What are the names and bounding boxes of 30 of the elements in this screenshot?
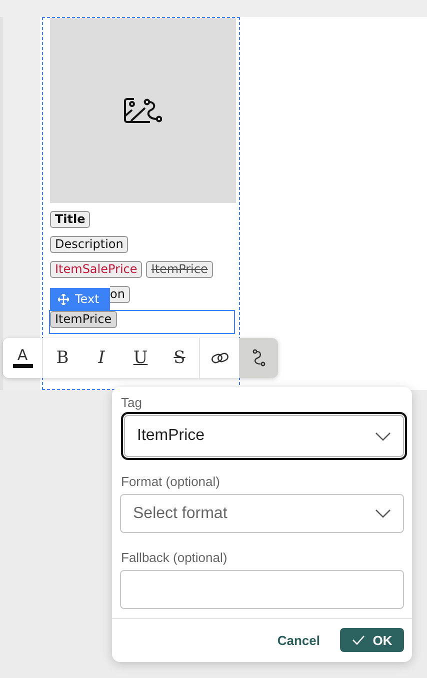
field-label: Format (optional) [121,474,220,489]
merge-tag-chip[interactable]: Description [50,236,128,253]
italic-button[interactable]: I [82,338,121,378]
field-label: Fallback (optional) [121,550,228,565]
chevron-down-icon [375,432,391,440]
merge-tag-icon [252,349,266,367]
move-icon [58,294,69,304]
field-label: Tag [121,395,142,410]
dropdown-field[interactable]: Select format [120,494,404,533]
block-label-badge[interactable]: Text [50,288,110,310]
dropdown-field[interactable]: ItemPrice [124,415,404,457]
link-icon [210,351,228,365]
check-icon [352,635,365,645]
merge-tag-chip[interactable]: on [110,286,130,303]
text-color-button[interactable]: A [3,338,42,378]
cancel-button[interactable]: Cancel [277,628,320,652]
merge-tag-button[interactable] [239,338,278,378]
image-merge-icon [124,98,162,124]
strikethrough-button[interactable]: S [160,338,199,378]
selected-text-block[interactable]: ItemPrice [50,311,234,333]
merge-tag-chip[interactable]: ItemSalePrice [50,261,142,278]
ok-button[interactable]: OK [340,628,404,652]
link-button[interactable] [200,338,239,378]
merge-tag-chip[interactable]: ItemPrice [50,311,117,328]
chevron-down-icon [375,509,391,518]
bold-button[interactable]: B [43,338,82,378]
merge-tag-chip[interactable]: ItemPrice [146,261,213,278]
merge-tag-chip[interactable]: Title [50,211,90,228]
input-field[interactable] [120,570,404,609]
underline-button[interactable]: U [121,338,160,378]
